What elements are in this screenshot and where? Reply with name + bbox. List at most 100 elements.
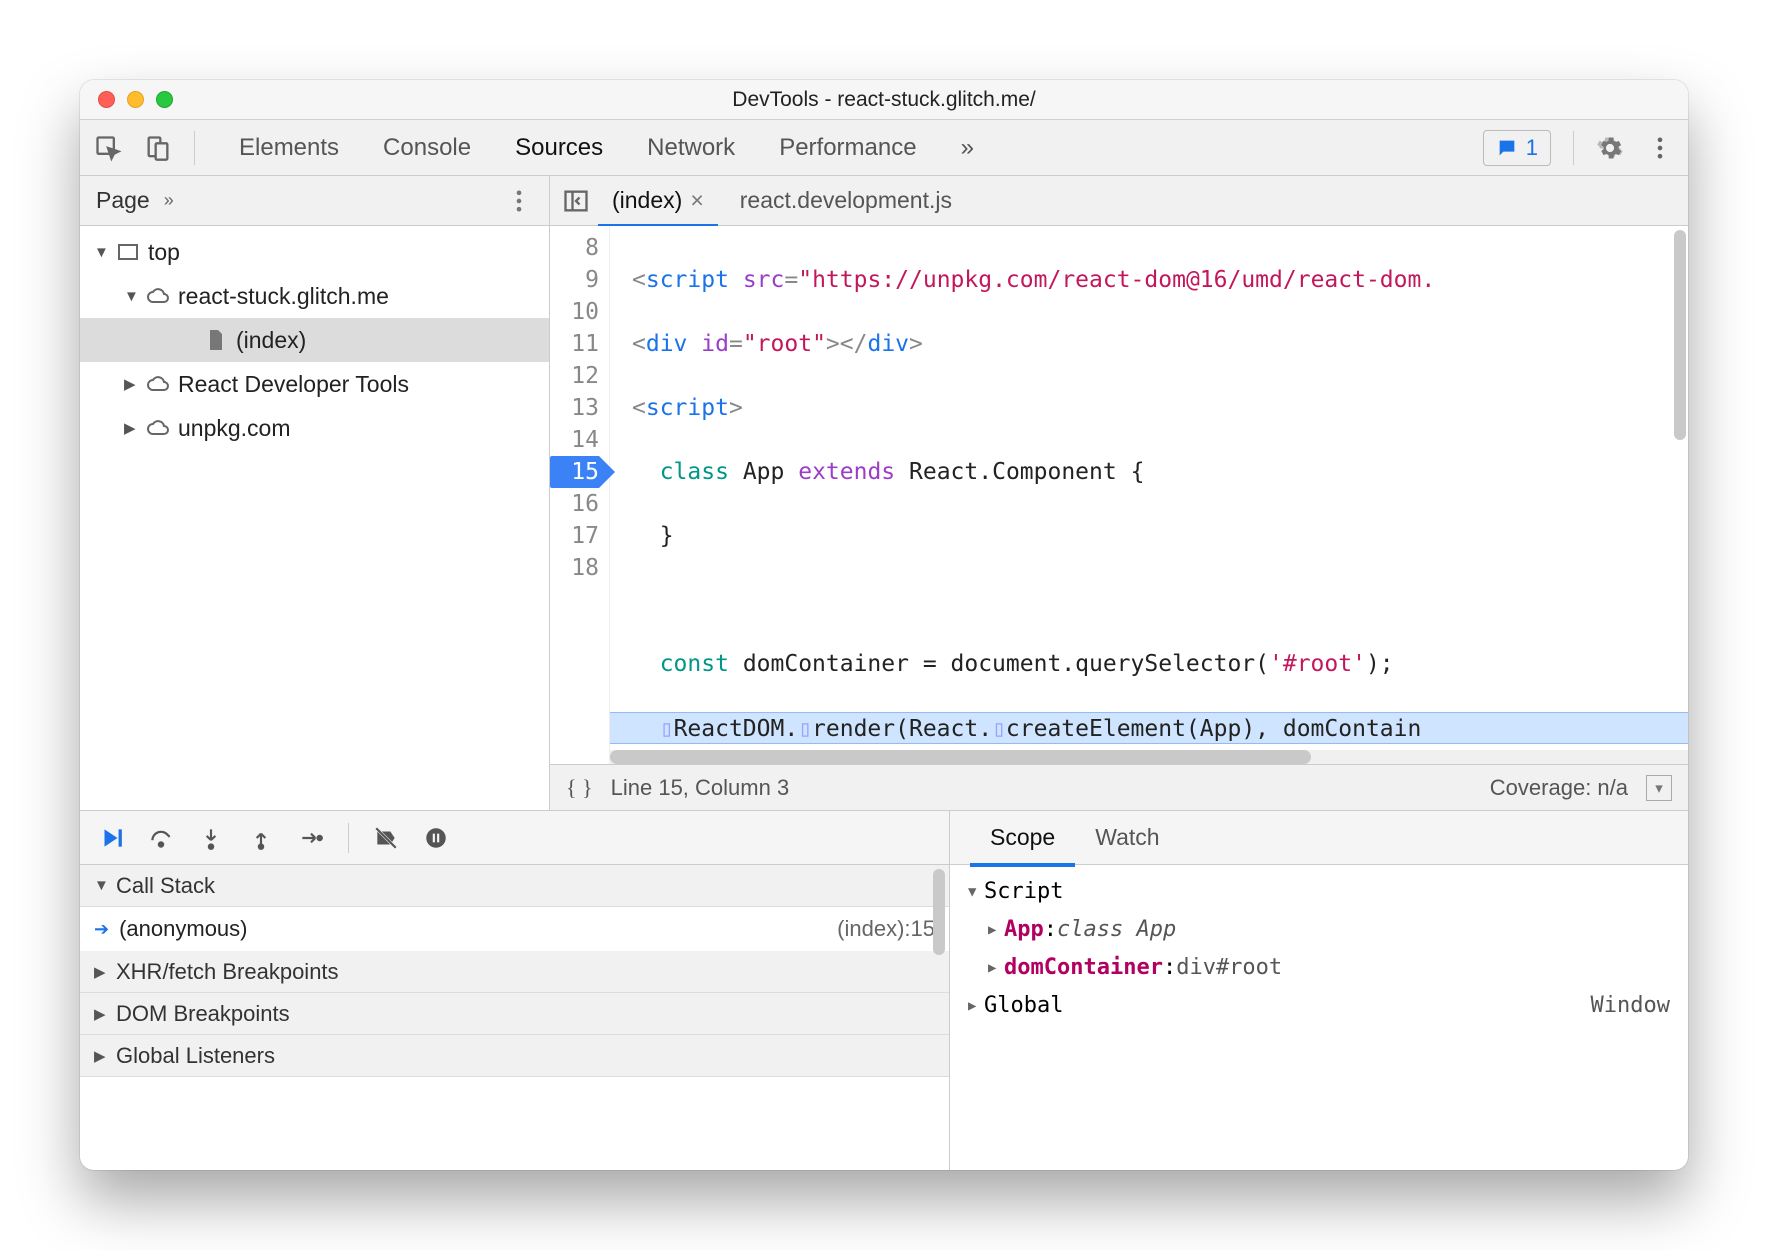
line-number: 9 (550, 264, 599, 296)
traffic-lights (80, 91, 173, 108)
tab-console[interactable]: Console (361, 120, 493, 176)
tabs-overflow[interactable]: » (939, 120, 996, 176)
chevron-right-icon: ▶ (988, 911, 1004, 949)
editor-area: (index) × react.development.js 8 9 10 11… (550, 176, 1688, 810)
frame-name: (anonymous) (119, 916, 247, 942)
scope-global[interactable]: ▶GlobalWindow (968, 987, 1670, 1025)
tab-network[interactable]: Network (625, 120, 757, 176)
chevron-right-icon: ▶ (94, 1047, 108, 1065)
editor-statusbar: { } Line 15, Column 3 Coverage: n/a ▾ (550, 764, 1688, 810)
tree-label: (index) (236, 327, 306, 354)
navigator-title[interactable]: Page (96, 187, 150, 214)
vertical-scrollbar[interactable] (1674, 230, 1686, 440)
tree-label: top (148, 239, 180, 266)
main-toolbar: Elements Console Sources Network Perform… (80, 120, 1688, 176)
device-toggle-icon[interactable] (144, 134, 172, 162)
step-out-icon[interactable] (248, 825, 274, 851)
scrollbar-thumb[interactable] (610, 750, 1311, 764)
kebab-menu-icon[interactable] (505, 187, 533, 215)
cloud-icon (146, 372, 170, 396)
file-tab-label: react.development.js (740, 187, 952, 214)
scope-var-domcontainer[interactable]: ▶domContainer: div#root (968, 949, 1670, 987)
code-content[interactable]: <script src="https://unpkg.com/react-dom… (610, 226, 1688, 764)
debugger-left: ▼ Call Stack ➔ (anonymous) (index):15 ▶X… (80, 811, 950, 1170)
tab-performance[interactable]: Performance (757, 120, 938, 176)
tab-sources[interactable]: Sources (493, 120, 625, 180)
tree-file-index[interactable]: (index) (80, 318, 549, 362)
file-tabs: (index) × react.development.js (550, 176, 1688, 226)
horizontal-scrollbar[interactable] (610, 750, 1688, 764)
tree-label: React Developer Tools (178, 371, 409, 398)
tree-top[interactable]: ▼ top (80, 230, 549, 274)
issues-badge[interactable]: 1 (1483, 130, 1551, 166)
scope-val: div#root (1176, 949, 1282, 987)
tree-label: unpkg.com (178, 415, 291, 442)
tree-react-devtools[interactable]: ▶ React Developer Tools (80, 362, 549, 406)
separator (348, 823, 349, 853)
global-listeners-header[interactable]: ▶Global Listeners (80, 1035, 949, 1077)
sources-panel: Page » ▼ top ▼ react-stuck.glitch.me (80, 176, 1688, 810)
scope-key: App (1004, 911, 1044, 949)
settings-gear-icon[interactable] (1596, 134, 1624, 162)
tab-scope[interactable]: Scope (970, 812, 1075, 867)
frame-icon (116, 240, 140, 264)
line-number: 13 (550, 392, 599, 424)
tree-origin[interactable]: ▼ react-stuck.glitch.me (80, 274, 549, 318)
scope-script[interactable]: ▼Script (968, 873, 1670, 911)
deactivate-breakpoints-icon[interactable] (373, 825, 399, 851)
line-number: 11 (550, 328, 599, 360)
resume-icon[interactable] (98, 825, 124, 851)
line-number: 8 (550, 232, 599, 264)
section-title: XHR/fetch Breakpoints (116, 959, 339, 985)
cloud-icon (146, 284, 170, 308)
file-icon (204, 328, 228, 352)
dom-breakpoints-header[interactable]: ▶DOM Breakpoints (80, 993, 949, 1035)
section-title: DOM Breakpoints (116, 1001, 290, 1027)
scope-key: domContainer (1004, 949, 1163, 987)
show-console-icon[interactable]: ▾ (1646, 775, 1672, 801)
chevron-right-icon: ▶ (124, 419, 138, 437)
chevron-down-icon: ▼ (94, 244, 108, 261)
line-number: 10 (550, 296, 599, 328)
step-over-icon[interactable] (148, 825, 174, 851)
scope-var-app[interactable]: ▶App: class App (968, 911, 1670, 949)
tab-elements[interactable]: Elements (217, 120, 361, 176)
scope-val: Window (1591, 987, 1670, 1025)
breakpoint-marker-icon: ▯ (660, 716, 674, 742)
devtools-window: DevTools - react-stuck.glitch.me/ Elemen… (80, 80, 1688, 1170)
line-gutter[interactable]: 8 9 10 11 12 13 14 15 16 17 18 (550, 226, 610, 764)
coverage-label: Coverage: n/a (1490, 775, 1628, 801)
pause-on-exceptions-icon[interactable] (423, 825, 449, 851)
cursor-position: Line 15, Column 3 (611, 775, 790, 801)
file-tab-index[interactable]: (index) × (598, 177, 718, 227)
tree-unpkg[interactable]: ▶ unpkg.com (80, 406, 549, 450)
minimize-window-button[interactable] (127, 91, 144, 108)
step-icon[interactable] (298, 825, 324, 851)
close-window-button[interactable] (98, 91, 115, 108)
tab-watch[interactable]: Watch (1075, 812, 1179, 863)
inspect-element-icon[interactable] (94, 134, 122, 162)
current-line-number: 15 (550, 456, 599, 488)
file-tab-react-dev[interactable]: react.development.js (726, 177, 966, 224)
kebab-menu-icon[interactable] (1646, 134, 1674, 162)
cloud-icon (146, 416, 170, 440)
navigator-overflow[interactable]: » (164, 190, 174, 211)
scope-tabs: Scope Watch (950, 811, 1688, 865)
toggle-navigator-icon[interactable] (562, 187, 590, 215)
navigator-header: Page » (80, 176, 549, 226)
pretty-print-icon[interactable]: { } (566, 775, 593, 801)
scope-body: ▼Script ▶App: class App ▶domContainer: d… (950, 865, 1688, 1170)
vertical-scrollbar[interactable] (933, 869, 945, 955)
separator (1573, 131, 1574, 165)
callstack-header[interactable]: ▼ Call Stack (80, 865, 949, 907)
code-editor[interactable]: 8 9 10 11 12 13 14 15 16 17 18 <script s… (550, 226, 1688, 764)
chevron-down-icon: ▼ (124, 288, 138, 305)
panel-tabs: Elements Console Sources Network Perform… (217, 120, 996, 176)
step-into-icon[interactable] (198, 825, 224, 851)
window-title: DevTools - react-stuck.glitch.me/ (80, 88, 1688, 112)
callstack-frame[interactable]: ➔ (anonymous) (index):15 (80, 907, 949, 951)
maximize-window-button[interactable] (156, 91, 173, 108)
xhr-breakpoints-header[interactable]: ▶XHR/fetch Breakpoints (80, 951, 949, 993)
close-icon[interactable]: × (690, 187, 703, 214)
debugger-right: Scope Watch ▼Script ▶App: class App ▶dom… (950, 811, 1688, 1170)
